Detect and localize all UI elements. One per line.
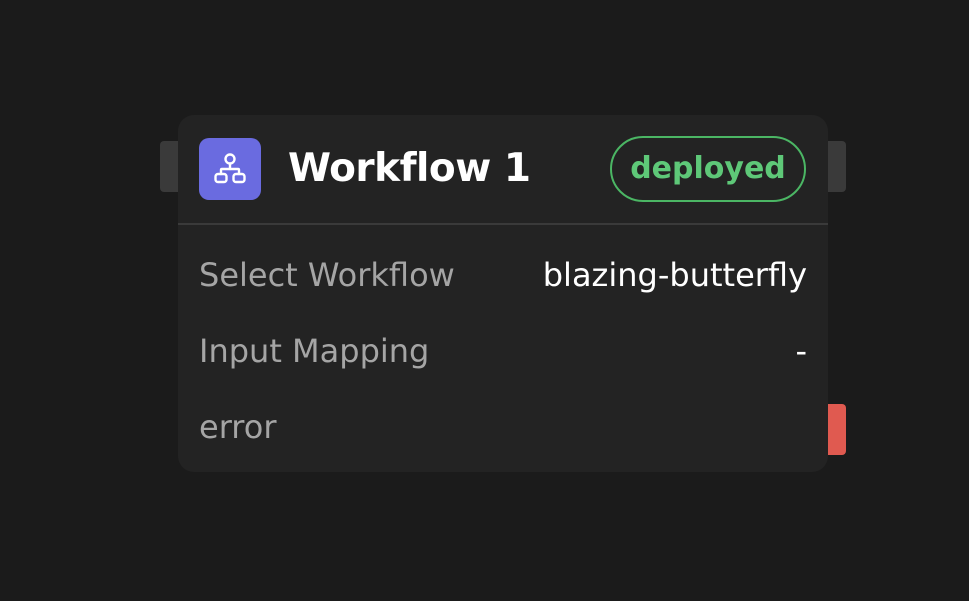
field-value: -: [795, 332, 807, 370]
node-title[interactable]: Workflow 1: [288, 145, 531, 193]
field-label: Select Workflow: [199, 256, 455, 294]
error-label: error: [199, 408, 277, 446]
field-value: blazing-butterfly: [542, 256, 807, 294]
node-header: Workflow 1 deployed: [178, 115, 828, 225]
field-row-input-mapping[interactable]: Input Mapping -: [178, 321, 828, 381]
error-output-row: error: [178, 397, 828, 457]
workflow-hierarchy-icon: [199, 138, 261, 200]
field-row-select-workflow[interactable]: Select Workflow blazing-butterfly: [178, 245, 828, 305]
workflow-node[interactable]: Workflow 1 deployed Select Workflow blaz…: [178, 115, 828, 472]
status-badge: deployed: [610, 136, 806, 202]
field-label: Input Mapping: [199, 332, 430, 370]
